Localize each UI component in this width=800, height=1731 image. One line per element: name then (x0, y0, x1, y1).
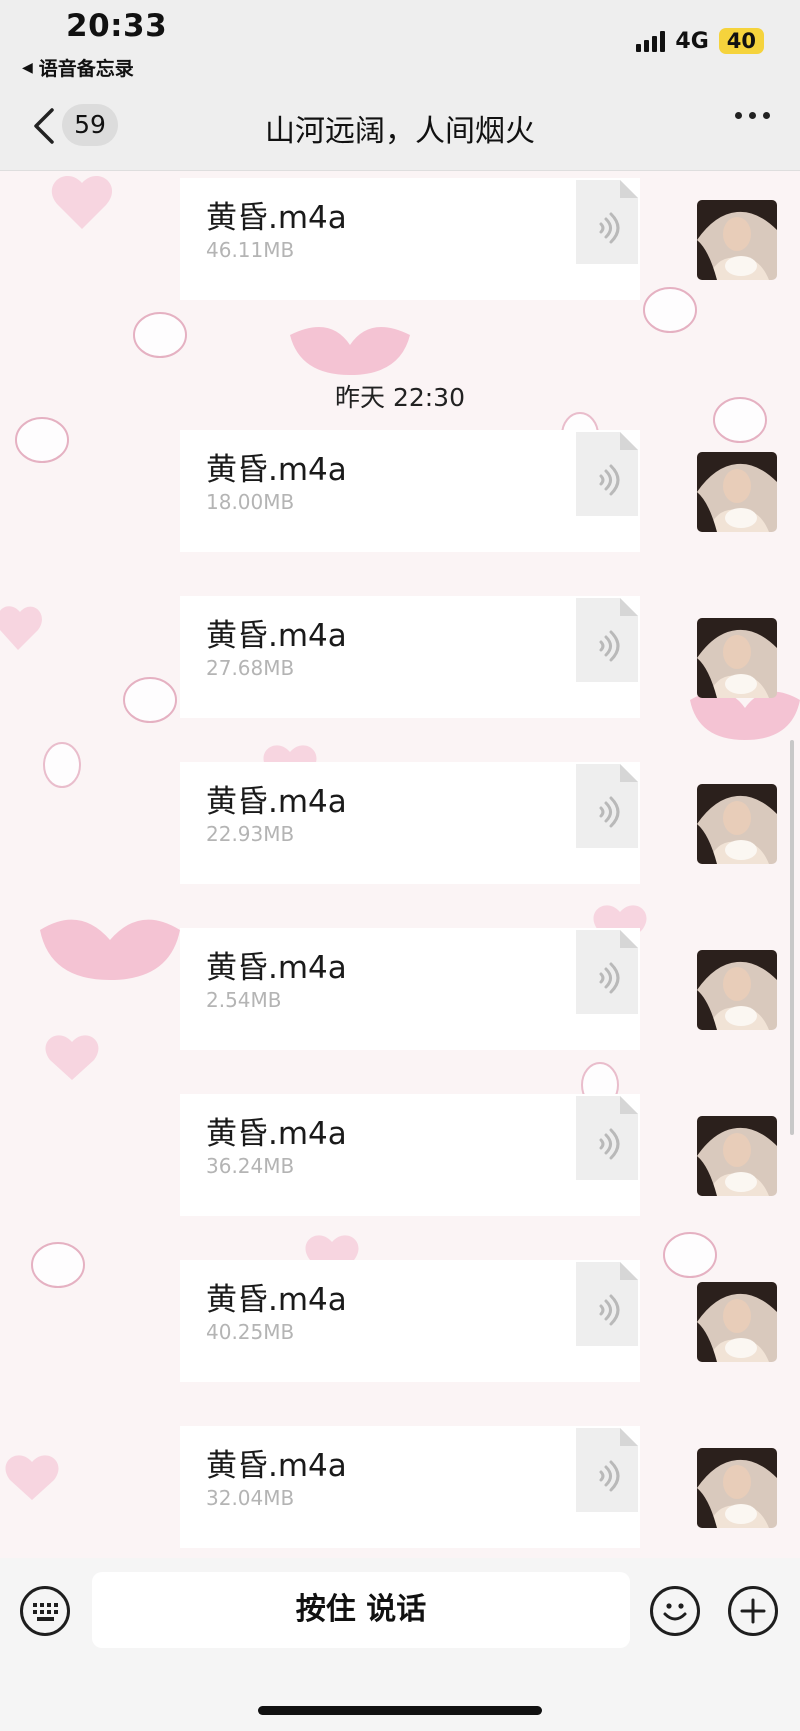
file-size: 32.04MB (206, 1486, 295, 1510)
chat-title: 山河远阔，人间烟火 (265, 114, 535, 149)
audio-file-icon (574, 596, 640, 684)
more-icon[interactable] (735, 112, 770, 119)
plus-icon (740, 1598, 766, 1624)
audio-file-icon (574, 430, 640, 518)
file-size: 36.24MB (206, 1154, 295, 1178)
back-to-app-link[interactable]: ◀ 语音备忘录 (22, 54, 134, 81)
audio-file-icon (574, 1426, 640, 1514)
hold-to-talk-button[interactable]: 按住 说话 (92, 1572, 630, 1648)
file-size: 2.54MB (206, 988, 282, 1012)
message-row: 黄昏.m4a 2.54MB (0, 928, 800, 1050)
audio-file-icon (574, 178, 640, 266)
message-row: 黄昏.m4a 36.24MB (0, 1094, 800, 1216)
plus-button[interactable] (728, 1586, 778, 1636)
file-size: 18.00MB (206, 490, 295, 514)
home-indicator (258, 1706, 542, 1715)
status-indicators: 4G 40 (636, 28, 764, 54)
emoji-button[interactable] (650, 1586, 700, 1636)
message-row: 黄昏.m4a 22.93MB (0, 762, 800, 884)
message-row: 黄昏.m4a 46.11MB (0, 178, 800, 300)
chat-input-bar: 按住 说话 (0, 1558, 800, 1731)
file-name: 黄昏.m4a (206, 618, 347, 654)
message-row: 黄昏.m4a 27.68MB (0, 596, 800, 718)
signal-icon (636, 30, 666, 52)
emoji-icon (663, 1603, 687, 1621)
avatar[interactable] (697, 950, 777, 1030)
chat-nav-bar: 59 山河远阔，人间烟火 (0, 86, 800, 171)
audio-file-icon (574, 762, 640, 850)
file-size: 27.68MB (206, 656, 295, 680)
file-name: 黄昏.m4a (206, 1448, 347, 1484)
file-size: 22.93MB (206, 822, 295, 846)
audio-file-bubble[interactable]: 黄昏.m4a 40.25MB (180, 1260, 640, 1382)
avatar[interactable] (697, 200, 777, 280)
scrollbar[interactable] (790, 740, 794, 1135)
audio-file-bubble[interactable]: 黄昏.m4a 18.00MB (180, 430, 640, 552)
message-timestamp: 昨天 22:30 (335, 383, 465, 412)
keyboard-icon (33, 1603, 58, 1621)
avatar[interactable] (697, 1116, 777, 1196)
avatar[interactable] (697, 618, 777, 698)
network-type: 4G (675, 28, 709, 54)
audio-file-icon (574, 928, 640, 1016)
avatar[interactable] (697, 1448, 777, 1528)
audio-file-bubble[interactable]: 黄昏.m4a 22.93MB (180, 762, 640, 884)
file-name: 黄昏.m4a (206, 452, 347, 488)
back-triangle-icon: ◀ (22, 59, 33, 76)
file-name: 黄昏.m4a (206, 1282, 347, 1318)
file-size: 46.11MB (206, 238, 295, 262)
avatar[interactable] (697, 1282, 777, 1362)
back-to-app-label: 语音备忘录 (38, 58, 134, 80)
audio-file-icon (574, 1260, 640, 1348)
audio-file-bubble[interactable]: 黄昏.m4a 27.68MB (180, 596, 640, 718)
file-name: 黄昏.m4a (206, 950, 347, 986)
file-name: 黄昏.m4a (206, 1116, 347, 1152)
message-row: 黄昏.m4a 40.25MB (0, 1260, 800, 1382)
avatar[interactable] (697, 784, 777, 864)
message-row: 黄昏.m4a 32.04MB (0, 1426, 800, 1548)
audio-file-bubble[interactable]: 黄昏.m4a 2.54MB (180, 928, 640, 1050)
file-size: 40.25MB (206, 1320, 295, 1344)
avatar[interactable] (697, 452, 777, 532)
audio-file-bubble[interactable]: 黄昏.m4a 36.24MB (180, 1094, 640, 1216)
file-name: 黄昏.m4a (206, 200, 347, 236)
status-time: 20:33 (66, 8, 168, 44)
audio-file-bubble[interactable]: 黄昏.m4a 32.04MB (180, 1426, 640, 1548)
keyboard-button[interactable] (20, 1586, 70, 1636)
message-row: 黄昏.m4a 18.00MB (0, 430, 800, 552)
file-name: 黄昏.m4a (206, 784, 347, 820)
audio-file-icon (574, 1094, 640, 1182)
status-bar: 20:33 ◀ 语音备忘录 4G 40 (0, 0, 800, 86)
battery-level: 40 (718, 28, 764, 54)
audio-file-bubble[interactable]: 黄昏.m4a 46.11MB (180, 178, 640, 300)
